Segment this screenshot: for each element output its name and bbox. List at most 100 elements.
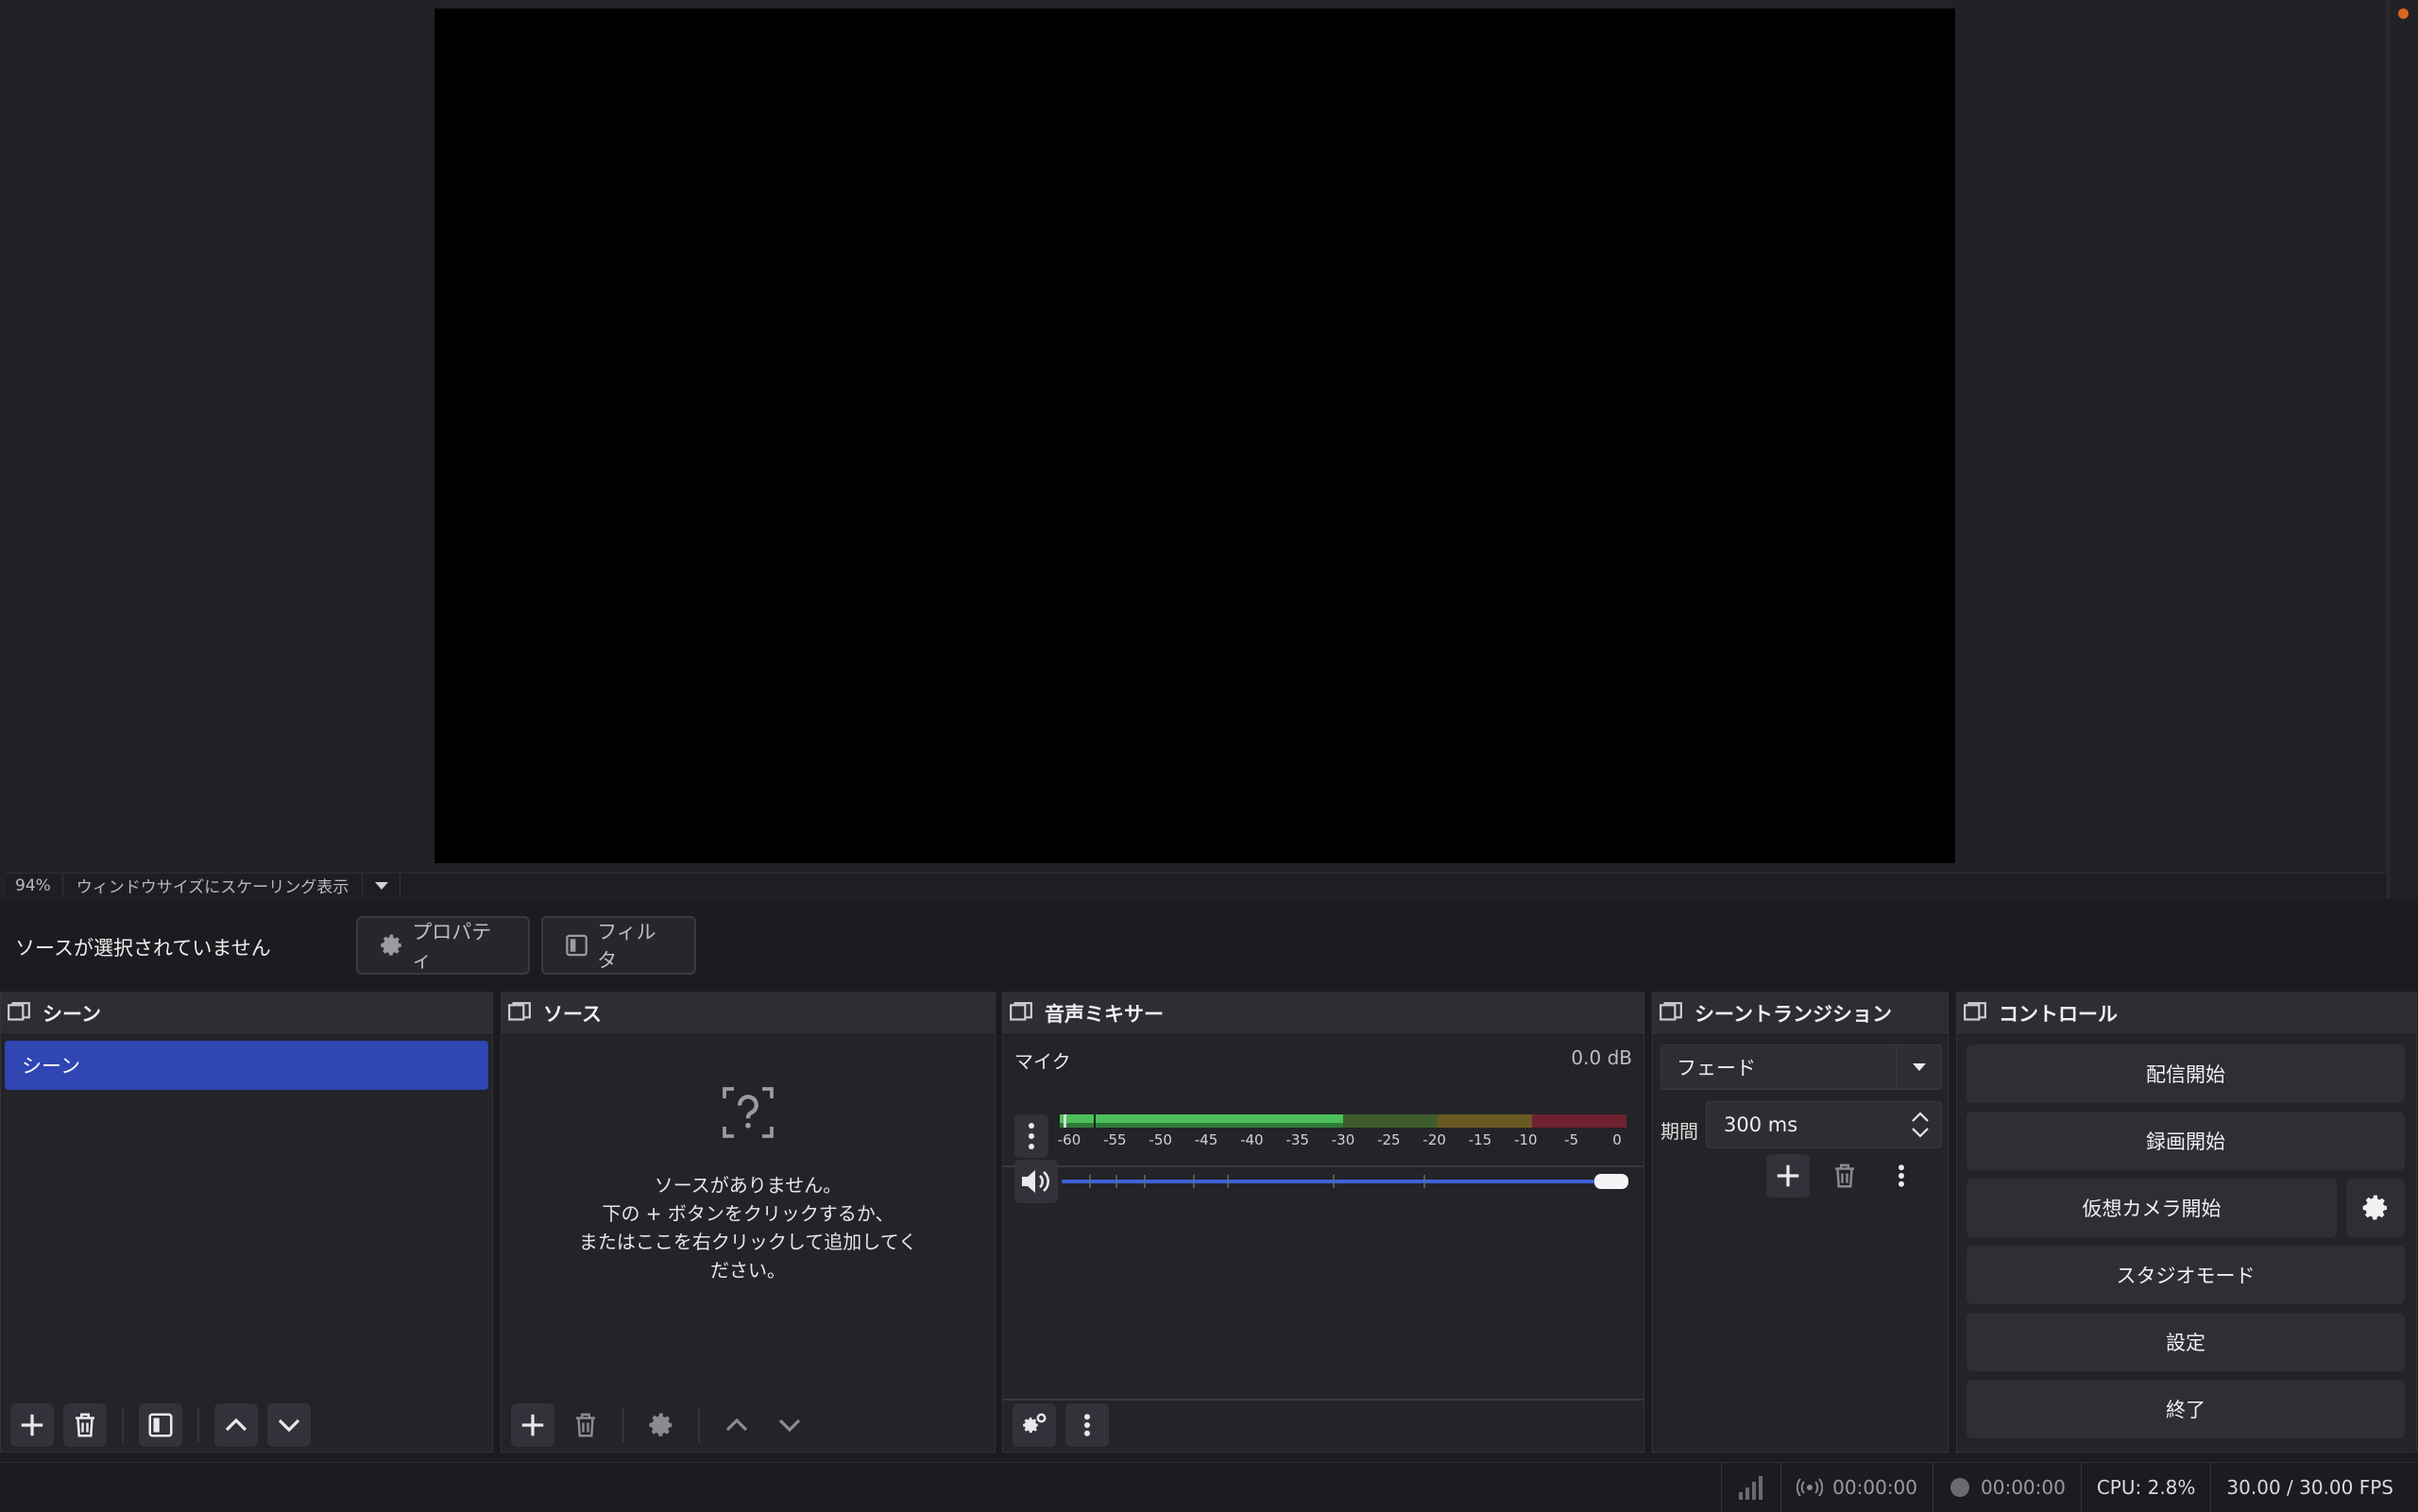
volume-meter [1060, 1114, 1626, 1128]
mixer-toolbar [1003, 1399, 1643, 1452]
chevron-up-icon[interactable] [1911, 1112, 1930, 1123]
fps-counter: 30.00 / 30.00 FPS [2210, 1463, 2418, 1512]
transition-dropdown-arrow[interactable] [1896, 1045, 1941, 1089]
duration-value[interactable]: 300 ms [1707, 1113, 1899, 1136]
studio-mode-button[interactable]: スタジオモード [1967, 1246, 2405, 1304]
start-recording-button[interactable]: 録画開始 [1967, 1112, 2405, 1170]
obs-window: 94% ウィンドウサイズにスケーリング表示 ソースが選択されていません プロパテ… [0, 0, 2418, 1512]
remove-source-button[interactable] [564, 1403, 607, 1447]
meter-scale: -60 -55 -50 -45 -40 -35 -30 -25 -20 -15 -10 -5 0 [1058, 1130, 1626, 1150]
dock-float-icon[interactable] [1963, 1001, 1987, 1026]
sources-title: ソース [543, 1002, 602, 1026]
channel-menu-button[interactable] [1014, 1114, 1048, 1158]
meter-scale-label: -10 [1514, 1131, 1538, 1148]
mixer-menu-button[interactable] [1065, 1403, 1109, 1447]
recording-status: 00:00:00 [1933, 1463, 2081, 1512]
trash-icon [76, 1413, 94, 1437]
mixer-channel: マイク 0.0 dB -60 -55 -50 -45 -40 -35 -30 -25 -20 -1… [1003, 1035, 1643, 1203]
scale-mode-dropdown[interactable] [363, 874, 401, 897]
add-source-button[interactable] [511, 1403, 554, 1447]
filter-icon [566, 934, 587, 957]
empty-text-line-4: ださい。 [710, 1259, 786, 1282]
dock-float-icon[interactable] [1009, 1001, 1033, 1026]
transition-menu-button[interactable] [1880, 1154, 1923, 1198]
move-source-down-button[interactable] [768, 1403, 811, 1447]
network-status [1721, 1463, 1780, 1512]
meter-scale-label: -55 [1103, 1131, 1127, 1148]
empty-text-line-1: ソースがありません。 [654, 1174, 843, 1197]
transitions-dock-title[interactable]: シーントランジション [1653, 992, 1948, 1035]
move-scene-down-button[interactable] [267, 1403, 311, 1447]
audio-mixer-dock: 音声ミキサー マイク 0.0 dB -60 -55 -50 -45 -40 -35 -30-… [1002, 992, 1644, 1453]
gears-icon [1023, 1413, 1047, 1434]
filters-button[interactable]: フィルタ [541, 916, 696, 975]
chevron-up-icon [725, 1418, 748, 1432]
controls-dock-title[interactable]: コントロール [1957, 992, 2416, 1035]
meter-scale-label: -5 [1564, 1131, 1579, 1148]
volume-slider[interactable] [1062, 1174, 1628, 1189]
exit-button[interactable]: 終了 [1967, 1380, 2405, 1438]
scenes-dock-title[interactable]: シーン [1, 992, 492, 1035]
meter-scale-label: 0 [1612, 1131, 1622, 1148]
meter-scale-label: -50 [1149, 1131, 1172, 1148]
preview-area[interactable]: 94% ウィンドウサイズにスケーリング表示 [0, 0, 2418, 899]
record-dot-icon [1950, 1478, 1969, 1497]
filter-icon [148, 1413, 173, 1437]
plus-icon [521, 1414, 544, 1436]
status-bar: 00:00:00 00:00:00 CPU: 2.8% 30.00 / 30.0… [0, 1462, 2418, 1512]
properties-button[interactable]: プロパティ [356, 916, 530, 975]
meter-scale-label: -45 [1194, 1131, 1218, 1148]
start-streaming-button[interactable]: 配信開始 [1967, 1045, 2405, 1103]
toolbar-separator [197, 1408, 199, 1442]
zoom-level: 94% [6, 874, 63, 897]
sources-toolbar [502, 1399, 995, 1452]
sources-dock-title[interactable]: ソース [502, 992, 995, 1035]
duration-stepper[interactable] [1899, 1102, 1941, 1147]
scenes-title: シーン [43, 1002, 101, 1026]
move-scene-up-button[interactable] [214, 1403, 258, 1447]
move-source-up-button[interactable] [715, 1403, 758, 1447]
controls-title: コントロール [1999, 1002, 2118, 1026]
stream-status: 00:00:00 [1780, 1463, 1933, 1512]
mute-button[interactable] [1014, 1160, 1058, 1203]
stream-time: 00:00:00 [1832, 1476, 1917, 1499]
scale-mode-label[interactable]: ウィンドウサイズにスケーリング表示 [63, 874, 364, 897]
duration-input[interactable]: 300 ms [1706, 1101, 1942, 1148]
remove-scene-button[interactable] [63, 1403, 107, 1447]
trash-icon [576, 1413, 595, 1437]
source-properties-button[interactable] [639, 1403, 683, 1447]
meter-scale-label: -15 [1468, 1131, 1492, 1148]
add-scene-button[interactable] [10, 1403, 54, 1447]
add-transition-button[interactable] [1766, 1154, 1810, 1198]
gear-icon [2362, 1195, 2387, 1220]
recording-time: 00:00:00 [1981, 1476, 2066, 1499]
question-icon [723, 1087, 774, 1138]
mixer-dock-title[interactable]: 音声ミキサー [1003, 992, 1643, 1035]
toolbar-separator [622, 1408, 624, 1442]
chevron-down-icon[interactable] [1911, 1127, 1930, 1138]
broadcast-icon [1796, 1478, 1824, 1497]
scene-list-item[interactable]: シーン [5, 1041, 488, 1090]
meter-scale-label: -35 [1286, 1131, 1309, 1148]
scenes-dock: シーン シーン [0, 992, 493, 1453]
filters-label: フィルタ [597, 921, 656, 972]
preview-canvas[interactable] [434, 8, 1955, 863]
dock-float-icon[interactable] [1659, 1001, 1683, 1026]
settings-button[interactable]: 設定 [1967, 1313, 2405, 1371]
context-bar: ソースが選択されていません プロパティ フィルタ [0, 905, 2418, 986]
scene-filters-button[interactable] [139, 1403, 182, 1447]
meter-scale-label: -30 [1331, 1131, 1355, 1148]
preview-scrollbar[interactable] [2387, 0, 2390, 899]
transition-tools [1766, 1154, 1923, 1198]
advanced-audio-button[interactable] [1013, 1403, 1056, 1447]
start-virtual-camera-button[interactable]: 仮想カメラ開始 [1967, 1179, 2337, 1237]
gear-icon [381, 934, 401, 956]
meter-scale-label: -40 [1240, 1131, 1264, 1148]
dock-float-icon[interactable] [7, 1001, 31, 1026]
transition-select[interactable]: フェード [1660, 1045, 1942, 1090]
sources-empty-state[interactable]: ソースがありません。 下の + ボタンをクリックするか、 またはここを右クリック… [502, 1067, 995, 1284]
virtual-camera-settings-button[interactable] [2346, 1179, 2405, 1237]
dock-float-icon[interactable] [507, 1001, 532, 1026]
meter-scale-label: -25 [1377, 1131, 1401, 1148]
remove-transition-button[interactable] [1823, 1154, 1866, 1198]
